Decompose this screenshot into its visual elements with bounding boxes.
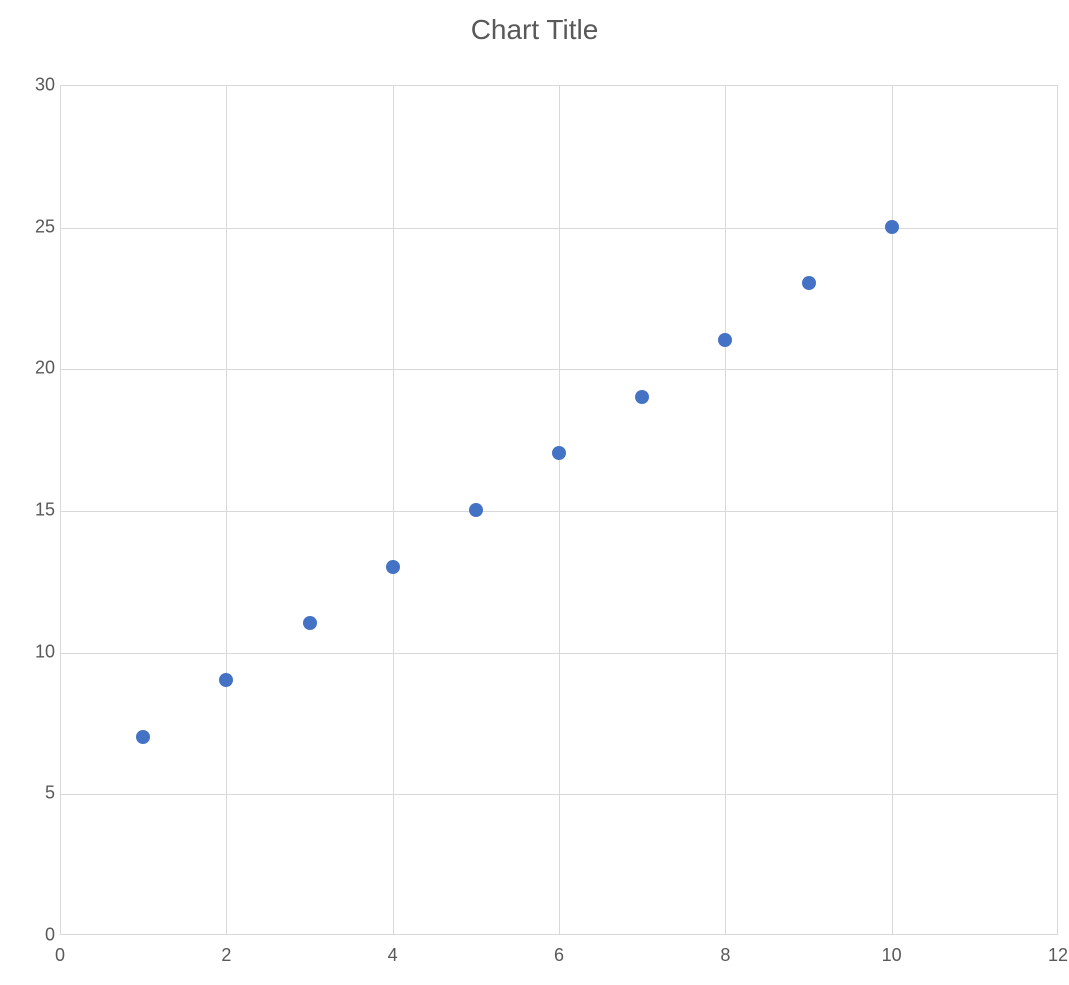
x-tick-label: 4 [363, 945, 423, 966]
data-point [552, 446, 566, 460]
data-point [635, 390, 649, 404]
chart-container: Chart Title 0 5 10 15 20 25 30 0 2 4 6 8 10 12 [0, 0, 1069, 985]
y-tick-label: 15 [5, 500, 55, 521]
data-point [386, 560, 400, 574]
x-tick-label: 6 [529, 945, 589, 966]
y-tick-label: 0 [5, 925, 55, 946]
y-tick-label: 25 [5, 216, 55, 237]
gridline-vertical [559, 86, 560, 935]
x-tick-label: 2 [196, 945, 256, 966]
gridline-vertical [393, 86, 394, 935]
x-tick-label: 0 [30, 945, 90, 966]
plot-area [60, 85, 1058, 935]
gridline-vertical [892, 86, 893, 935]
data-point [136, 730, 150, 744]
y-tick-label: 20 [5, 358, 55, 379]
chart-title: Chart Title [0, 14, 1069, 46]
y-tick-label: 30 [5, 75, 55, 96]
y-tick-label: 10 [5, 641, 55, 662]
x-tick-label: 10 [862, 945, 922, 966]
data-point [303, 616, 317, 630]
gridline-vertical [725, 86, 726, 935]
y-tick-label: 5 [5, 783, 55, 804]
x-tick-label: 8 [695, 945, 755, 966]
data-point [885, 220, 899, 234]
data-point [718, 333, 732, 347]
data-point [469, 503, 483, 517]
x-tick-label: 12 [1028, 945, 1069, 966]
data-point [219, 673, 233, 687]
gridline-vertical [226, 86, 227, 935]
data-point [802, 276, 816, 290]
